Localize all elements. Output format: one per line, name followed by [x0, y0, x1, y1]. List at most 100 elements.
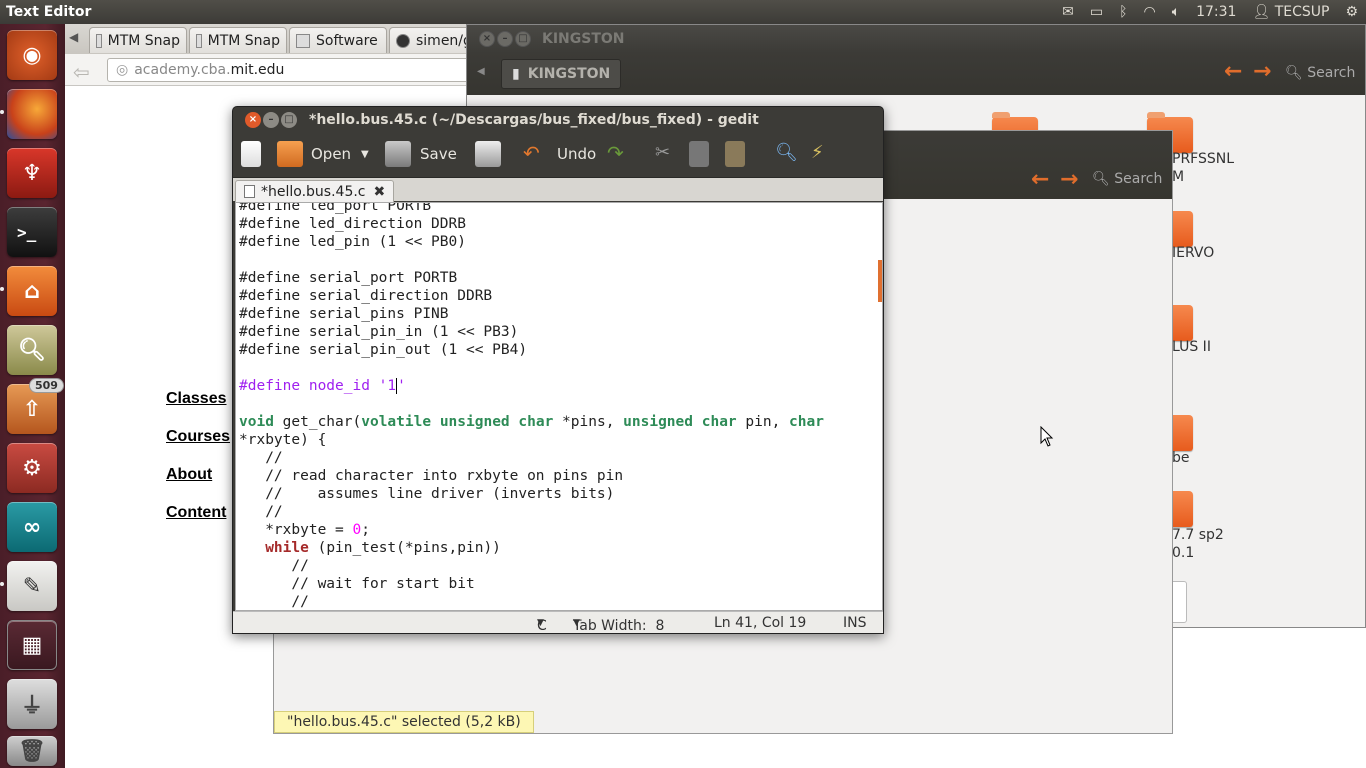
code-line: *rxbyte = 0; [239, 522, 370, 538]
maximize-icon[interactable]: □ [515, 31, 531, 47]
home-folder-icon[interactable]: ⌂ [7, 266, 57, 316]
link-about[interactable]: About [166, 466, 212, 484]
path-scroll-left-icon[interactable]: ◀ [477, 66, 485, 77]
text-editor-icon[interactable]: ✎ [7, 561, 57, 611]
code-editor[interactable]: #define led_port PORTB #define led_direc… [235, 202, 883, 611]
document-tab[interactable]: *hello.bus.45.c ✖ [235, 180, 395, 202]
page-icon [196, 33, 202, 48]
bluetooth-icon[interactable]: ᛒ [1111, 4, 1135, 20]
folder-label: IERVO [1172, 245, 1215, 261]
open-folder-icon[interactable] [277, 141, 303, 167]
maximize-icon[interactable]: □ [281, 112, 297, 128]
url-prefix: academy.cba. [134, 62, 231, 78]
mail-icon[interactable]: ✉ [1054, 4, 1082, 20]
link-courses[interactable]: Courses [166, 428, 230, 446]
chevron-down-icon: ▼ [537, 618, 544, 628]
code-line: #define serial_pin_out (1 << PB4) [239, 342, 528, 358]
mouse-pointer-icon [1040, 426, 1054, 447]
gear-icon[interactable]: ⚙ [1337, 4, 1366, 20]
new-document-icon[interactable] [241, 141, 261, 167]
gedit-statusbar: C ▼ Tab Width: 8 ▼ Ln 41, Col 19 INS [233, 611, 883, 634]
forward-arrow-icon[interactable]: → [1060, 167, 1078, 192]
cut-icon[interactable]: ✂ [655, 142, 670, 163]
launcher: ◉ ♆ >_ ⌂ 🔍︎ ⇧ 509 ⚙ ∞ ✎ ▦ ⏚ 🗑︎ [0, 24, 65, 768]
volume-icon[interactable]: 🔈︎ [1164, 4, 1188, 20]
chevron-down-icon[interactable]: ▼ [361, 149, 369, 160]
minimize-icon[interactable]: – [263, 112, 279, 128]
save-button[interactable]: Save [420, 145, 457, 163]
running-indicator [0, 582, 4, 586]
workspace-switcher-icon[interactable]: ▦ [7, 620, 57, 670]
folder-label: 7.7 sp2 [1172, 527, 1224, 543]
file-manager-toolbar: ◀ ▮ KINGSTON ← → 🔍︎ Search [467, 53, 1365, 95]
trash-icon[interactable]: 🗑︎ [7, 736, 57, 766]
insert-mode: INS [843, 615, 867, 631]
browser-tab-3[interactable]: Software [289, 27, 387, 53]
print-icon[interactable] [475, 141, 501, 167]
open-button[interactable]: Open [311, 145, 351, 163]
code-line: // wait for start bit [239, 576, 475, 592]
link-classes[interactable]: Classes [166, 390, 227, 408]
image-viewer-icon[interactable]: 🔍︎ [7, 325, 57, 375]
usb-drive-icon[interactable]: ⏚ [7, 679, 57, 729]
undo-icon[interactable]: ↶ [523, 141, 540, 165]
gedit-toolbar: Open ▼ Save ↶ Undo ↷ ✂ 🔍︎ ⚡ [233, 133, 883, 177]
path-button-kingston[interactable]: ▮ KINGSTON [501, 59, 622, 89]
terminal-icon[interactable]: >_ [7, 207, 57, 257]
back-arrow-icon[interactable]: ← [1031, 167, 1049, 192]
code-line: #define serial_pins PINB [239, 306, 449, 322]
document-icon [244, 185, 255, 198]
code-line: #define node_id '1' [239, 378, 406, 394]
running-indicator [0, 110, 4, 114]
forward-arrow-icon[interactable]: → [1253, 59, 1271, 84]
scroll-indicator[interactable] [878, 260, 882, 302]
red-app-icon[interactable]: ♆ [7, 148, 57, 198]
tab-label: MTM Snap [107, 32, 180, 49]
window-titlebar: × – □ *hello.bus.45.c (~/Descargas/bus_f… [233, 107, 883, 133]
folder-label: be [1172, 450, 1190, 466]
clock[interactable]: 17:31 [1188, 4, 1244, 20]
browser-tab-1[interactable]: MTM Snap [89, 27, 187, 53]
ubuntu-dash-icon[interactable]: ◉ [7, 30, 57, 80]
browser-navbar: ⇦ ◎ academy.cba. mit.edu [65, 54, 477, 86]
search-button[interactable]: 🔍︎ Search [1285, 65, 1355, 81]
wifi-icon[interactable]: ◠ [1135, 4, 1163, 20]
tab-label: Software [316, 32, 378, 49]
usb-drive-icon: ▮ [512, 66, 520, 82]
url-bar[interactable]: ◎ academy.cba. mit.edu [107, 58, 477, 82]
page-icon [96, 33, 102, 48]
minimize-icon[interactable]: – [497, 31, 513, 47]
arduino-icon[interactable]: ∞ [7, 502, 57, 552]
undo-button[interactable]: Undo [557, 145, 596, 163]
browser-tab-2[interactable]: MTM Snap [189, 27, 287, 53]
window-title: *hello.bus.45.c (~/Descargas/bus_fixed/b… [309, 112, 759, 128]
page-icon [296, 33, 310, 48]
software-updater-icon[interactable]: ⇧ 509 [7, 378, 64, 434]
code-line: // [239, 594, 309, 610]
close-icon[interactable]: × [479, 31, 495, 47]
firefox-icon[interactable] [7, 89, 57, 139]
redo-icon[interactable]: ↷ [607, 141, 624, 165]
close-tab-icon[interactable]: ✖ [374, 184, 386, 200]
github-icon [396, 33, 410, 48]
code-line: // [239, 558, 309, 574]
user-menu[interactable]: 👤︎ TECSUP [1244, 4, 1337, 20]
folder-label: M [1172, 169, 1185, 185]
search-label: Search [1114, 171, 1163, 187]
search-replace-icon[interactable]: ⚡ [811, 142, 824, 163]
save-icon[interactable] [385, 141, 411, 167]
copy-icon[interactable] [689, 141, 709, 167]
close-icon[interactable]: × [245, 112, 261, 128]
back-arrow-icon[interactable]: ← [1224, 59, 1242, 84]
system-settings-icon[interactable]: ⚙ [7, 443, 57, 493]
battery-icon[interactable]: ▭ [1082, 4, 1111, 20]
paste-icon[interactable] [725, 141, 745, 167]
search-button[interactable]: 🔍︎ Search [1092, 171, 1162, 187]
back-arrow-icon[interactable]: ⇦ [73, 60, 90, 84]
link-content[interactable]: Content [166, 504, 226, 522]
tab-scroll-left-icon[interactable]: ◀ [69, 30, 78, 44]
code-line: #define serial_port PORTB [239, 270, 458, 286]
code-line: // [239, 450, 283, 466]
search-icon[interactable]: 🔍︎ [775, 142, 798, 163]
